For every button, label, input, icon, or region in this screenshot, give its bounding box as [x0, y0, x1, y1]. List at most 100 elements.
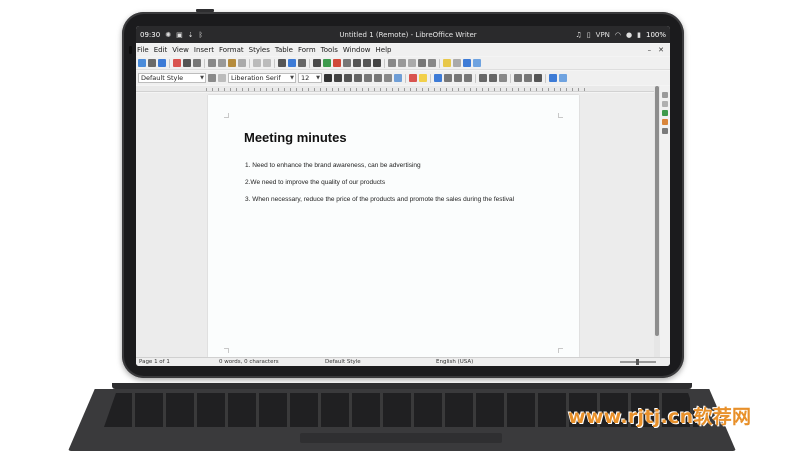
page-corner-mark — [558, 348, 563, 353]
zoom-slider-handle[interactable] — [636, 359, 639, 365]
font-name-select[interactable]: Liberation Serif ▼ — [228, 73, 296, 83]
align-left-icon[interactable] — [434, 74, 442, 82]
insert-textbox-icon[interactable] — [343, 59, 351, 67]
new-document-icon[interactable] — [138, 59, 146, 67]
properties-icon[interactable] — [662, 101, 668, 107]
bold-icon[interactable] — [324, 74, 332, 82]
chevron-down-icon: ▼ — [200, 75, 204, 81]
toolbar-separator — [430, 73, 431, 83]
export-pdf-icon[interactable] — [173, 59, 181, 67]
keyboard-hinge — [112, 383, 692, 389]
ruler-ticks — [206, 88, 586, 91]
align-right-icon[interactable] — [454, 74, 462, 82]
site-watermark: www.rjtj.cn软荐网 — [568, 406, 752, 428]
close-icon[interactable]: ✕ — [658, 46, 664, 54]
spelling-icon[interactable] — [288, 59, 296, 67]
font-color-icon[interactable] — [409, 74, 417, 82]
menu-window[interactable]: Window — [343, 46, 371, 54]
font-name-value: Liberation Serif — [231, 74, 281, 82]
paragraph-style-select[interactable]: Default Style ▼ — [138, 73, 206, 83]
gallery-icon[interactable] — [662, 119, 668, 125]
basic-shapes-icon[interactable] — [473, 59, 481, 67]
special-character-icon[interactable] — [373, 59, 381, 67]
increase-indent-icon[interactable] — [514, 74, 522, 82]
navigator-icon[interactable] — [662, 128, 668, 134]
font-size-select[interactable]: 12 ▼ — [298, 73, 322, 83]
paragraph-icon[interactable] — [559, 74, 567, 82]
menu-view[interactable]: View — [172, 46, 189, 54]
italic-icon[interactable] — [334, 74, 342, 82]
undo-icon[interactable] — [253, 59, 261, 67]
page-break-icon[interactable] — [353, 59, 361, 67]
print-preview-icon[interactable] — [193, 59, 201, 67]
insert-table-icon[interactable] — [313, 59, 321, 67]
bullet-list-icon[interactable] — [479, 74, 487, 82]
endnote-icon[interactable] — [408, 59, 416, 67]
gallery-icon: ▣ — [176, 30, 183, 39]
insert-image-icon[interactable] — [323, 59, 331, 67]
save-icon[interactable] — [158, 59, 166, 67]
formatting-marks-icon[interactable] — [298, 59, 306, 67]
bluetooth-icon: ᛒ — [198, 30, 203, 39]
clear-formatting-icon[interactable] — [394, 74, 402, 82]
track-changes-icon[interactable] — [453, 59, 461, 67]
cut-icon[interactable] — [208, 59, 216, 67]
device-status-bar: 09:30 ✺ ▣ ⇣ ᛒ Untitled 1 (Remote) - Libr… — [136, 26, 670, 43]
document-page[interactable]: Meeting minutes 1. Need to enhance the b… — [208, 95, 579, 357]
page-count: Page 1 of 1 — [139, 359, 170, 365]
underline-icon[interactable] — [344, 74, 352, 82]
toolbar-separator — [309, 58, 310, 68]
footnote-icon[interactable] — [398, 59, 406, 67]
align-center-icon[interactable] — [444, 74, 452, 82]
print-icon[interactable] — [183, 59, 191, 67]
bookmark-icon[interactable] — [418, 59, 426, 67]
document-heading: Meeting minutes — [244, 130, 347, 145]
open-icon[interactable] — [148, 59, 156, 67]
window-controls: – ✕ — [648, 46, 670, 54]
insert-chart-icon[interactable] — [333, 59, 341, 67]
subscript-icon[interactable] — [374, 74, 382, 82]
redo-icon[interactable] — [263, 59, 271, 67]
font-size-value: 12 — [301, 74, 310, 82]
document-language: English (USA) — [436, 359, 474, 365]
toolbar-separator — [510, 73, 511, 83]
highlight-color-icon[interactable] — [419, 74, 427, 82]
menu-table[interactable]: Table — [275, 46, 293, 54]
toolbar-separator — [405, 73, 406, 83]
sidebar-menu-icon[interactable] — [662, 92, 668, 98]
copy-icon[interactable] — [218, 59, 226, 67]
justify-icon[interactable] — [464, 74, 472, 82]
draw-line-icon[interactable] — [463, 59, 471, 67]
menu-help[interactable]: Help — [376, 46, 392, 54]
styles-icon[interactable] — [662, 110, 668, 116]
decrease-indent-icon[interactable] — [524, 74, 532, 82]
superscript-icon[interactable] — [364, 74, 372, 82]
menu-edit[interactable]: Edit — [154, 46, 168, 54]
find-replace-icon[interactable] — [278, 59, 286, 67]
outline-icon[interactable] — [499, 74, 507, 82]
hyperlink-icon[interactable] — [388, 59, 396, 67]
paste-icon[interactable] — [228, 59, 236, 67]
comment-icon[interactable] — [443, 59, 451, 67]
minimize-icon[interactable]: – — [648, 46, 652, 54]
strikethrough-icon[interactable] — [354, 74, 362, 82]
scrollbar-thumb[interactable] — [655, 86, 659, 336]
shadow-icon[interactable] — [384, 74, 392, 82]
menu-styles[interactable]: Styles — [249, 46, 270, 54]
update-style-icon[interactable] — [208, 74, 216, 82]
menu-file[interactable]: File — [137, 46, 149, 54]
window-title: Untitled 1 (Remote) - LibreOffice Writer — [339, 30, 477, 39]
line-spacing-icon[interactable] — [534, 74, 542, 82]
menu-tools[interactable]: Tools — [321, 46, 338, 54]
menu-form[interactable]: Form — [298, 46, 316, 54]
cross-reference-icon[interactable] — [428, 59, 436, 67]
menu-format[interactable]: Format — [219, 46, 244, 54]
numbered-list-icon[interactable] — [489, 74, 497, 82]
paragraph-spacing-icon[interactable] — [549, 74, 557, 82]
new-style-icon[interactable] — [218, 74, 226, 82]
document-line-1: 1. Need to enhance the brand awareness, … — [245, 162, 421, 169]
insert-field-icon[interactable] — [363, 59, 371, 67]
clone-formatting-icon[interactable] — [238, 59, 246, 67]
menu-insert[interactable]: Insert — [194, 46, 214, 54]
paragraph-style-value: Default Style — [141, 74, 184, 82]
